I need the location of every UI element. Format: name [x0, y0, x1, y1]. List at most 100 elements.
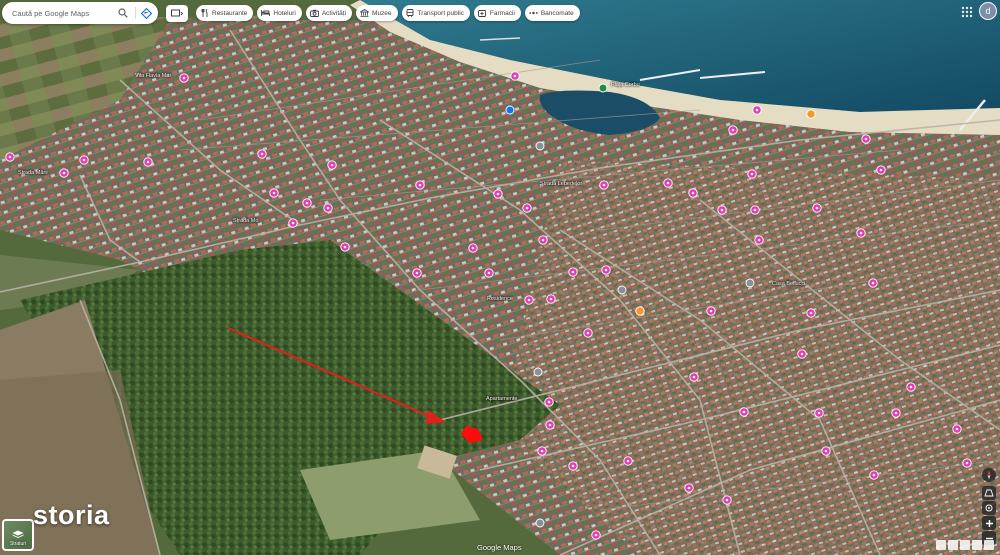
place-pin[interactable]	[535, 518, 545, 528]
chip-restaurants[interactable]: Restaurante	[196, 5, 254, 21]
chip-label: Bancomate	[540, 9, 574, 17]
poi-pin-dot	[879, 168, 883, 172]
layers-label: Straturi	[9, 541, 27, 547]
fork-knife-icon	[200, 9, 209, 18]
map-type-button[interactable]	[166, 5, 188, 22]
place-pin[interactable]	[617, 285, 627, 295]
satellite-map[interactable]	[0, 0, 1000, 555]
place-pin[interactable]	[598, 83, 608, 93]
poi-pin-dot	[540, 449, 544, 453]
poi-pin-dot	[8, 155, 12, 159]
place-pin[interactable]	[505, 105, 515, 115]
poi-pin-dot	[965, 461, 969, 465]
tilt-2d-button[interactable]	[982, 486, 996, 500]
atm-icon	[529, 9, 538, 18]
directions-icon[interactable]	[140, 7, 152, 19]
poi-pin-dot	[527, 298, 531, 302]
poi-pin-dot	[594, 533, 598, 537]
layers-toggle[interactable]: Straturi	[2, 519, 34, 551]
map-label-villa[interactable]: Vila Flavia Mar	[135, 73, 171, 79]
category-chips: Restaurante Hoteluri Activități Muzee Tr…	[196, 5, 580, 21]
map-label-street-center: Strada Lebedelor	[540, 181, 583, 187]
plus-icon	[985, 519, 993, 527]
restaurant-pin[interactable]	[806, 109, 816, 119]
search-box[interactable]	[2, 2, 158, 24]
map-label-beach[interactable]: Plaja Corbu	[611, 82, 640, 88]
footer-item[interactable]	[984, 540, 994, 550]
chip-pharmacies[interactable]: Farmacii	[473, 5, 521, 21]
place-pin[interactable]	[745, 278, 755, 288]
map-label-street-west: Strada Mo	[233, 218, 259, 224]
map-type-icon	[171, 9, 183, 17]
poi-pin-dot	[541, 238, 545, 242]
restaurant-pin[interactable]	[635, 306, 645, 316]
apps-grid-icon[interactable]	[961, 6, 973, 18]
poi-pin-dot	[602, 183, 606, 187]
footer-item[interactable]	[972, 540, 982, 550]
google-maps-attribution: Google Maps	[477, 543, 522, 552]
poi-pin-dot	[548, 423, 552, 427]
search-icon[interactable]	[117, 7, 129, 19]
museum-icon	[360, 9, 370, 18]
poi-pin-dot	[750, 172, 754, 176]
account-avatar[interactable]: d	[979, 2, 997, 20]
poi-pin-dot	[800, 352, 804, 356]
chip-atms[interactable]: Bancomate	[524, 5, 580, 21]
footer-item[interactable]	[960, 540, 970, 550]
chip-public-transport[interactable]: Transport public	[401, 5, 470, 21]
chip-hotels[interactable]: Hoteluri	[257, 5, 302, 21]
map-label-street-left: Strada Mării	[18, 170, 48, 176]
compass-button[interactable]	[982, 468, 996, 482]
poi-pin-dot	[809, 311, 813, 315]
tilt-icon	[984, 489, 994, 497]
poi-pin-dot	[571, 464, 575, 468]
search-input[interactable]	[12, 8, 113, 18]
storia-logo: storia	[33, 500, 110, 530]
footer-item[interactable]	[936, 540, 946, 550]
footer-item[interactable]	[948, 540, 958, 550]
poi-pin-dot	[82, 158, 86, 162]
poi-pin-dot	[687, 486, 691, 490]
chip-label: Muzee	[372, 9, 392, 17]
bed-icon	[261, 9, 271, 18]
chip-label: Activități	[321, 9, 347, 17]
chip-activities[interactable]: Activități	[305, 5, 353, 21]
map-label-guesthouse[interactable]: Casa Bellucci	[772, 281, 805, 287]
poi-pin-dot	[146, 160, 150, 164]
poi-pin-dot	[547, 400, 551, 404]
street-view-button[interactable]	[982, 501, 996, 515]
location-target-icon	[985, 504, 993, 512]
chip-label: Restaurante	[212, 9, 248, 17]
poi-pin-dot	[692, 375, 696, 379]
poi-pin-dot	[549, 297, 553, 301]
poi-pin-dot	[691, 191, 695, 195]
poi-pin-dot	[859, 231, 863, 235]
poi-pin-dot	[272, 191, 276, 195]
poi-pin-dot	[604, 268, 608, 272]
poi-pin-dot	[571, 270, 575, 274]
chip-label: Farmacii	[489, 9, 515, 17]
zoom-in-button[interactable]	[982, 516, 996, 530]
footer-tray	[936, 540, 994, 550]
compass-icon	[987, 470, 991, 480]
poi-pin-dot	[330, 163, 334, 167]
poi-pin-dot	[894, 411, 898, 415]
poi-pin-dot	[815, 206, 819, 210]
poi-pin-dot	[753, 208, 757, 212]
poi-pin-dot	[626, 459, 630, 463]
map-label-residence[interactable]: Residence	[487, 296, 513, 302]
poi-pin-dot	[742, 410, 746, 414]
poi-pin-dot	[487, 271, 491, 275]
poi-pin-dot	[260, 152, 264, 156]
chip-museums[interactable]: Muzee	[356, 5, 398, 21]
poi-pin-dot	[415, 271, 419, 275]
poi-pin-dot	[824, 449, 828, 453]
map-label-apartments[interactable]: Apartamente	[486, 396, 518, 402]
place-pin[interactable]	[533, 367, 543, 377]
poi-pin-dot	[513, 74, 517, 78]
place-pin[interactable]	[535, 141, 545, 151]
chip-label: Hoteluri	[273, 9, 296, 17]
poi-pin-dot	[326, 206, 330, 210]
poi-pin-dot	[757, 238, 761, 242]
poi-pin-dot	[955, 427, 959, 431]
